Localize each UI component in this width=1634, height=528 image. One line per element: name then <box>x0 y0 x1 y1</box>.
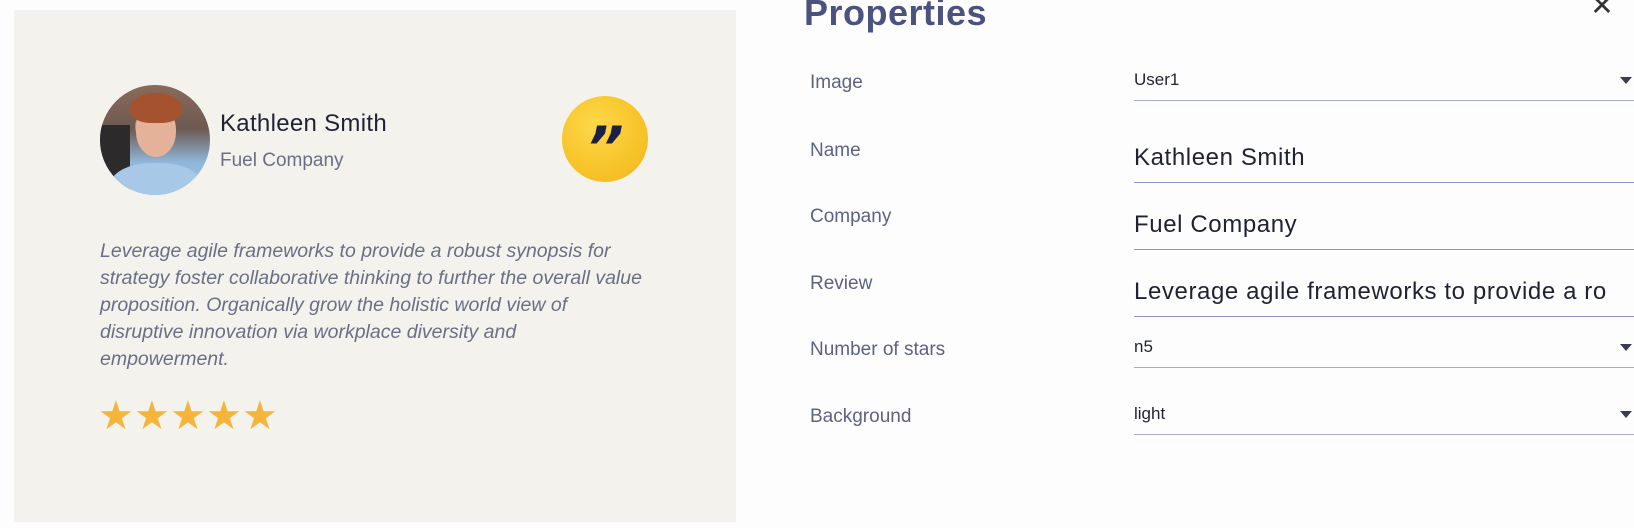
company-input-value: Fuel Company <box>1134 211 1298 238</box>
company-input[interactable]: Fuel Company <box>1134 205 1634 250</box>
avatar <box>100 85 210 195</box>
avatar-shirt <box>110 163 202 195</box>
star-icon: ★ <box>134 394 170 438</box>
quote-badge: ” <box>562 96 648 182</box>
name-input-value: Kathleen Smith <box>1134 144 1306 171</box>
background-select[interactable]: light <box>1134 398 1634 435</box>
star-icon: ★ <box>170 394 206 438</box>
image-label: Image <box>810 72 863 93</box>
chevron-down-icon <box>1620 77 1632 84</box>
star-icon: ★ <box>242 394 278 438</box>
review-label: Review <box>810 273 873 294</box>
name-label: Name <box>810 140 861 161</box>
review-text: Leverage agile frameworks to provide a r… <box>100 240 642 370</box>
stars-select[interactable]: n5 <box>1134 331 1634 368</box>
star-icon: ★ <box>98 394 134 438</box>
close-icon[interactable]: ✕ <box>1588 0 1616 20</box>
background-select-value: light <box>1134 404 1166 423</box>
panel-title: Properties <box>804 0 988 33</box>
review-input-value: Leverage agile frameworks to provide a r… <box>1134 278 1607 305</box>
image-select[interactable]: User1 <box>1134 64 1634 101</box>
testimonial-card: Kathleen Smith Fuel Company ” Leverage a… <box>14 10 736 522</box>
review-input[interactable]: Leverage agile frameworks to provide a r… <box>1134 272 1634 317</box>
avatar-hair <box>130 93 182 123</box>
stars-label: Number of stars <box>810 339 946 360</box>
person-company: Fuel Company <box>220 150 344 171</box>
chevron-down-icon <box>1620 344 1632 351</box>
chevron-down-icon <box>1620 411 1632 418</box>
background-label: Background <box>810 406 912 427</box>
quote-icon: ” <box>586 114 624 182</box>
company-label: Company <box>810 206 892 227</box>
image-select-value: User1 <box>1134 70 1180 89</box>
stars-select-value: n5 <box>1134 337 1153 356</box>
name-input[interactable]: Kathleen Smith <box>1134 138 1634 183</box>
person-name: Kathleen Smith <box>220 110 387 137</box>
star-rating: ★ ★ ★ ★ ★ <box>98 396 278 436</box>
star-icon: ★ <box>206 394 242 438</box>
